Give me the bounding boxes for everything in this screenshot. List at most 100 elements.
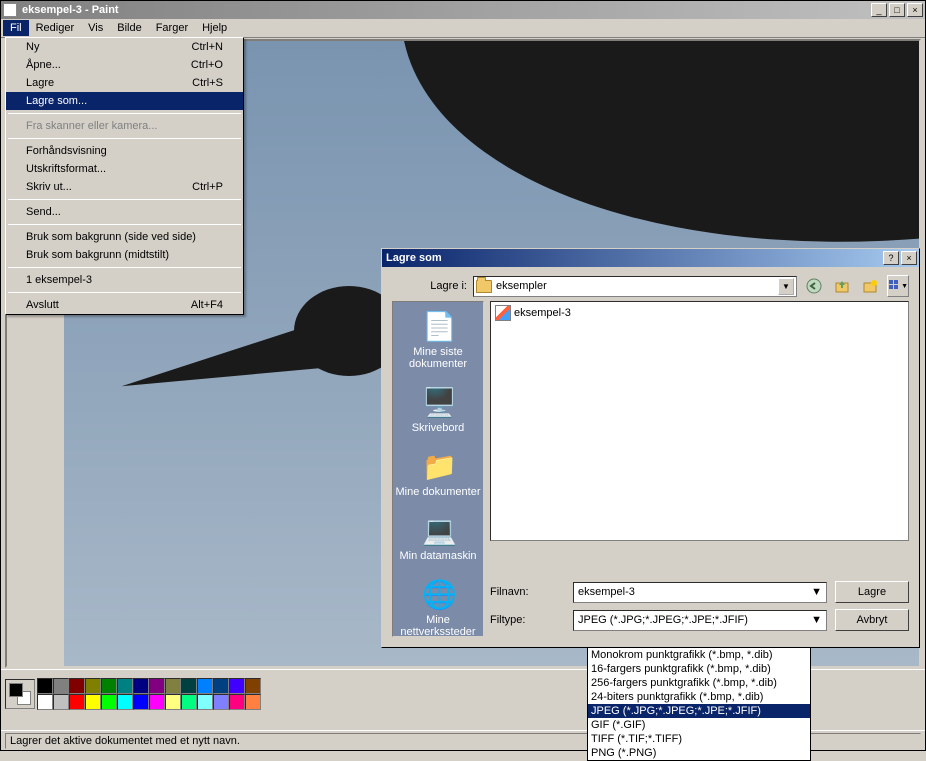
color-swatch[interactable] bbox=[37, 678, 53, 694]
color-swatch[interactable] bbox=[117, 694, 133, 710]
folder-icon bbox=[476, 280, 492, 293]
menu-item-shortcut: Ctrl+O bbox=[191, 59, 223, 71]
color-swatch[interactable] bbox=[197, 678, 213, 694]
filetype-option[interactable]: 256-fargers punktgrafikk (*.bmp, *.dib) bbox=[588, 676, 810, 690]
place-item[interactable]: 💻Min datamaskin bbox=[393, 506, 483, 570]
menu-rediger[interactable]: Rediger bbox=[29, 20, 82, 36]
view-menu-button[interactable]: ▼ bbox=[887, 275, 909, 297]
color-swatch[interactable] bbox=[85, 694, 101, 710]
save-button[interactable]: Lagre bbox=[835, 581, 909, 603]
chevron-down-icon[interactable]: ▼ bbox=[778, 278, 794, 295]
menu-item[interactable]: AvsluttAlt+F4 bbox=[6, 296, 243, 314]
color-swatch[interactable] bbox=[37, 694, 53, 710]
place-label: Mine dokumenter bbox=[395, 486, 481, 498]
filename-label: Filnavn: bbox=[490, 586, 565, 598]
color-swatch[interactable] bbox=[117, 678, 133, 694]
color-swatch[interactable] bbox=[165, 694, 181, 710]
menu-item[interactable]: 1 eksempel-3 bbox=[6, 271, 243, 289]
place-label: Mine siste dokumenter bbox=[395, 346, 481, 370]
menu-item-label: Send... bbox=[26, 206, 223, 218]
filetype-option[interactable]: TIFF (*.TIF;*.TIFF) bbox=[588, 732, 810, 746]
color-swatch[interactable] bbox=[101, 678, 117, 694]
filetype-option[interactable]: GIF (*.GIF) bbox=[588, 718, 810, 732]
color-swatch[interactable] bbox=[69, 694, 85, 710]
file-list[interactable]: eksempel-3 bbox=[490, 301, 909, 541]
color-swatch[interactable] bbox=[149, 694, 165, 710]
look-in-combo[interactable]: eksempler ▼ bbox=[473, 276, 797, 297]
color-swatch[interactable] bbox=[229, 694, 245, 710]
color-swatch[interactable] bbox=[181, 678, 197, 694]
dialog-close-button[interactable]: × bbox=[901, 251, 917, 265]
color-swatch[interactable] bbox=[133, 694, 149, 710]
menu-item[interactable]: Åpne...Ctrl+O bbox=[6, 56, 243, 74]
filetype-combo[interactable]: JPEG (*.JPG;*.JPEG;*.JPE;*.JFIF) ▼ bbox=[573, 610, 827, 631]
menu-item-label: Lagre som... bbox=[26, 95, 223, 107]
menu-item[interactable]: Bruk som bakgrunn (midtstilt) bbox=[6, 246, 243, 264]
menu-separator bbox=[8, 113, 241, 114]
color-swatch[interactable] bbox=[53, 678, 69, 694]
chevron-down-icon[interactable]: ▼ bbox=[811, 614, 822, 626]
menu-fil[interactable]: Fil bbox=[3, 20, 29, 36]
close-button[interactable]: × bbox=[907, 3, 923, 17]
menu-bilde[interactable]: Bilde bbox=[110, 20, 148, 36]
color-swatch[interactable] bbox=[85, 678, 101, 694]
filetype-option[interactable]: PNG (*.PNG) bbox=[588, 746, 810, 760]
paint-title: eksempel-3 - Paint bbox=[20, 4, 869, 16]
menu-farger[interactable]: Farger bbox=[149, 20, 195, 36]
color-swatch[interactable] bbox=[53, 694, 69, 710]
menu-item-label: 1 eksempel-3 bbox=[26, 274, 223, 286]
up-button[interactable] bbox=[831, 275, 853, 297]
menu-item-label: Ny bbox=[26, 41, 192, 53]
color-swatch[interactable] bbox=[181, 694, 197, 710]
place-item[interactable]: 📁 Mine dokumenter bbox=[393, 442, 483, 506]
menubar: FilRedigerVisBildeFargerHjelp bbox=[1, 19, 925, 38]
minimize-button[interactable]: _ bbox=[871, 3, 887, 17]
foreground-color[interactable] bbox=[9, 683, 23, 697]
paint-titlebar[interactable]: eksempel-3 - Paint _ □ × bbox=[1, 1, 925, 19]
menu-separator bbox=[8, 199, 241, 200]
color-swatch[interactable] bbox=[149, 678, 165, 694]
menu-item[interactable]: Lagre som... bbox=[6, 92, 243, 110]
menu-item[interactable]: Send... bbox=[6, 203, 243, 221]
dialog-help-button[interactable]: ? bbox=[883, 251, 899, 265]
file-item[interactable]: eksempel-3 bbox=[493, 304, 906, 322]
color-swatch[interactable] bbox=[213, 678, 229, 694]
menu-item[interactable]: NyCtrl+N bbox=[6, 38, 243, 56]
chevron-down-icon[interactable]: ▼ bbox=[811, 586, 822, 598]
filetype-option[interactable]: JPEG (*.JPG;*.JPEG;*.JPE;*.JFIF) bbox=[588, 704, 810, 718]
dialog-titlebar[interactable]: Lagre som ? × bbox=[382, 249, 919, 267]
color-swatch[interactable] bbox=[213, 694, 229, 710]
color-swatch[interactable] bbox=[101, 694, 117, 710]
color-swatch[interactable] bbox=[245, 694, 261, 710]
new-folder-button[interactable] bbox=[859, 275, 881, 297]
filetype-option[interactable]: 16-fargers punktgrafikk (*.bmp, *.dib) bbox=[588, 662, 810, 676]
filename-input[interactable]: eksempel-3 ▼ bbox=[573, 582, 827, 603]
menu-item[interactable]: LagreCtrl+S bbox=[6, 74, 243, 92]
filetype-option[interactable]: 24-biters punktgrafikk (*.bmp, *.dib) bbox=[588, 690, 810, 704]
place-item[interactable]: 📄Mine siste dokumenter bbox=[393, 302, 483, 378]
menu-item[interactable]: Forhåndsvisning bbox=[6, 142, 243, 160]
menu-hjelp[interactable]: Hjelp bbox=[195, 20, 234, 36]
menu-item-label: Åpne... bbox=[26, 59, 191, 71]
cancel-button[interactable]: Avbryt bbox=[835, 609, 909, 631]
color-swatch[interactable] bbox=[197, 694, 213, 710]
dialog-title: Lagre som bbox=[384, 252, 881, 264]
menu-item[interactable]: Skriv ut...Ctrl+P bbox=[6, 178, 243, 196]
menu-item[interactable]: Bruk som bakgrunn (side ved side) bbox=[6, 228, 243, 246]
color-swatch[interactable] bbox=[245, 678, 261, 694]
color-swatch[interactable] bbox=[133, 678, 149, 694]
place-item[interactable]: 🖥️Skrivebord bbox=[393, 378, 483, 442]
place-item[interactable]: 🌐Mine nettverkssteder bbox=[393, 570, 483, 646]
color-swatch[interactable] bbox=[69, 678, 85, 694]
filetype-option[interactable]: Monokrom punktgrafikk (*.bmp, *.dib) bbox=[588, 648, 810, 662]
back-button[interactable] bbox=[803, 275, 825, 297]
current-colors[interactable] bbox=[5, 679, 35, 709]
place-icon: 💻 bbox=[422, 514, 454, 546]
color-swatch[interactable] bbox=[165, 678, 181, 694]
menu-vis[interactable]: Vis bbox=[81, 20, 110, 36]
maximize-button[interactable]: □ bbox=[889, 3, 905, 17]
places-bar: 📄Mine siste dokumenter🖥️Skrivebord 📁 Mine … bbox=[392, 301, 484, 637]
color-swatch[interactable] bbox=[229, 678, 245, 694]
menu-item[interactable]: Utskriftsformat... bbox=[6, 160, 243, 178]
place-icon: 📁 bbox=[422, 450, 454, 482]
